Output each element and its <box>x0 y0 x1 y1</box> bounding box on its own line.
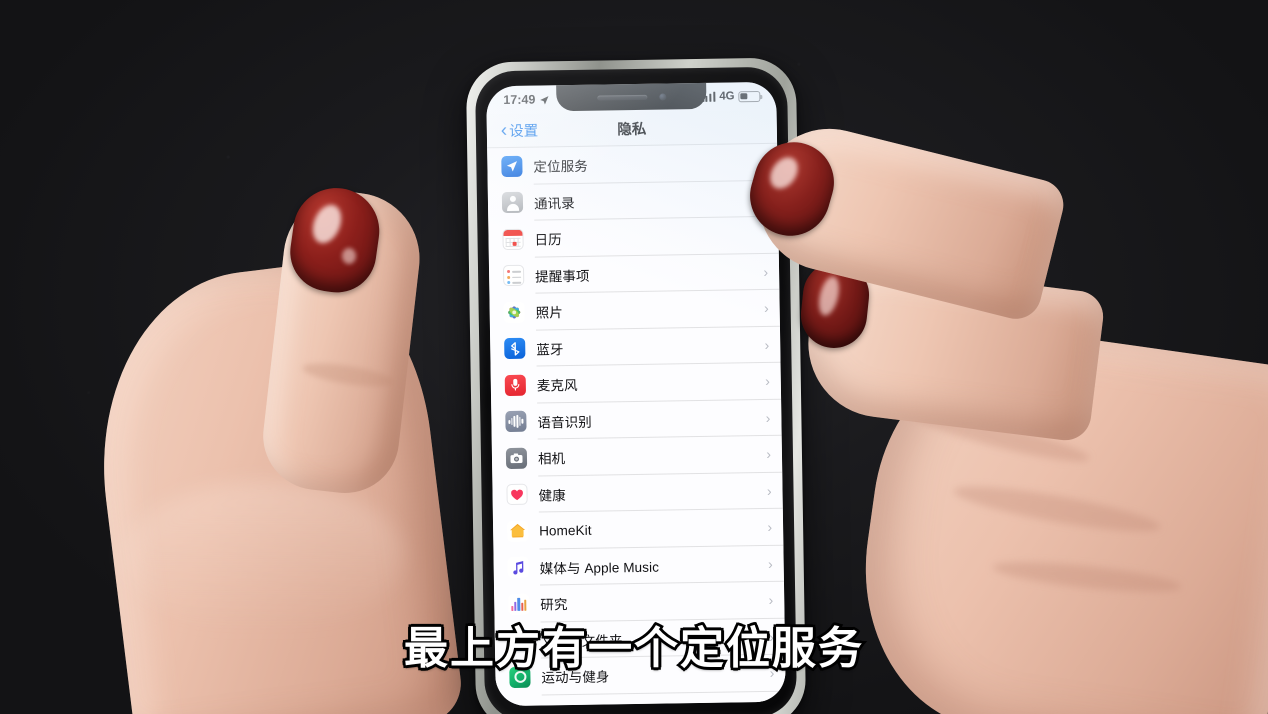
list-item-camera[interactable]: 相机 › <box>492 436 783 477</box>
list-item-photos[interactable]: 照片 › <box>489 290 780 331</box>
subtitle-caption: 最上方有一个定位服务 <box>402 621 865 677</box>
list-item-label: 媒体与 Apple Music <box>539 559 660 577</box>
display-notch <box>556 82 707 112</box>
location-services-icon <box>501 155 523 177</box>
list-item-label: 照片 <box>535 305 564 321</box>
list-item-homekit[interactable]: HomeKit › <box>493 509 784 550</box>
music-icon <box>507 556 529 579</box>
list-item-label: 相机 <box>537 451 566 467</box>
list-item-label: 语音识别 <box>537 414 592 431</box>
list-item-label: HomeKit <box>539 522 592 539</box>
camera-icon <box>505 447 528 469</box>
bluetooth-icon <box>504 337 526 360</box>
list-item-bluetooth[interactable]: 蓝牙 › <box>490 326 781 367</box>
calendar-icon <box>502 228 524 250</box>
list-item-label: 提醒事项 <box>535 268 590 285</box>
list-item-label: 定位服务 <box>533 158 588 175</box>
photos-icon <box>503 301 525 323</box>
earpiece-speaker-icon <box>596 94 647 101</box>
location-arrow-icon <box>539 94 549 105</box>
list-item-contacts[interactable]: 通讯录 › <box>488 180 779 221</box>
health-icon <box>506 483 528 506</box>
list-item-label: 日历 <box>534 232 562 248</box>
list-item-label: 健康 <box>538 487 566 504</box>
list-item-location-services[interactable]: 定位服务 › <box>487 144 778 185</box>
speech-recognition-icon <box>505 410 527 433</box>
list-item-media-apple-music[interactable]: 媒体与 Apple Music › <box>493 545 784 586</box>
back-button-label: 设置 <box>509 123 539 140</box>
status-bar-left: 17:49 <box>503 92 549 107</box>
list-item-label: 通讯录 <box>533 195 575 212</box>
status-bar-right: 4G <box>701 90 761 103</box>
list-item-health[interactable]: 健康 › <box>492 472 783 513</box>
reminders-icon <box>502 264 525 287</box>
homekit-icon <box>506 520 529 542</box>
list-item-label: 蓝牙 <box>536 341 564 358</box>
navigation-bar: ‹ 设置 隐私 <box>486 109 778 149</box>
front-camera-icon <box>658 92 666 101</box>
battery-icon <box>738 90 761 102</box>
microphone-icon <box>504 374 527 396</box>
list-item-speech-recognition[interactable]: 语音识别 › <box>491 399 782 440</box>
chevron-left-icon: ‹ <box>500 119 508 141</box>
scene-photograph: 17:49 4G ‹ 设置 隐私 定位服务 通讯录 日历 提醒事项 › 照片 ›… <box>0 0 1268 714</box>
list-item-label: 麦克风 <box>536 378 578 394</box>
back-to-settings-button[interactable]: ‹ 设置 <box>500 119 539 142</box>
list-item-calendar[interactable]: 日历 › <box>488 217 779 258</box>
left-hand-knuckles-highlight <box>124 482 404 632</box>
contacts-icon <box>501 192 524 214</box>
list-item-reminders[interactable]: 提醒事项 › <box>489 253 780 294</box>
list-item-label: 研究 <box>540 597 568 613</box>
battery-fill <box>740 92 748 100</box>
network-type-label: 4G <box>719 90 735 103</box>
list-item-microphone[interactable]: 麦克风 › <box>491 363 782 404</box>
status-time: 17:49 <box>503 92 536 108</box>
left-nail-gloss-highlight-secondary <box>342 248 356 264</box>
